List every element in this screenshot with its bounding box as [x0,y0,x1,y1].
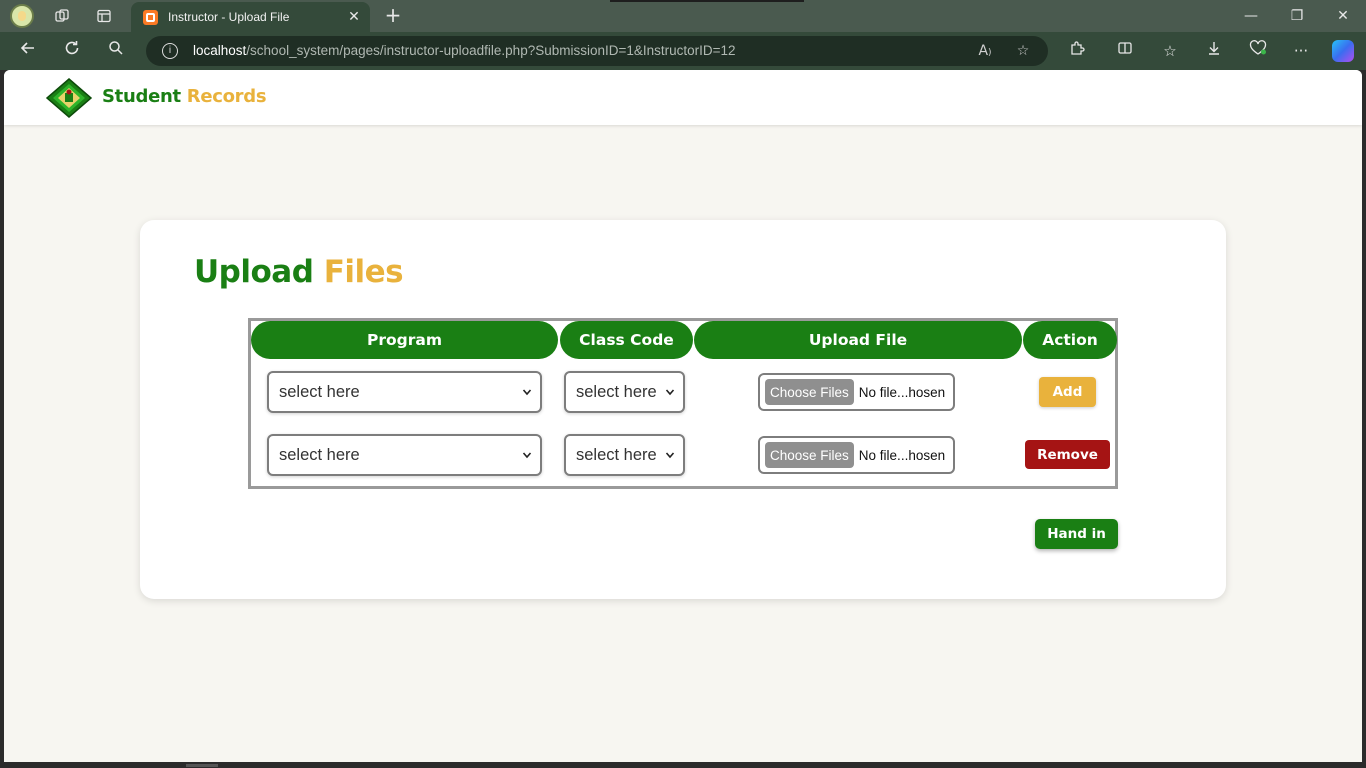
browser-toolbar: i localhost/school_system/pages/instruct… [0,32,1366,70]
class-code-select[interactable]: select here [564,371,685,413]
tab-actions-icon[interactable] [91,4,117,28]
active-tab[interactable]: Instructor - Upload File ✕ [131,2,370,32]
header-upload-file: Upload File [694,321,1022,359]
browser-essentials-icon[interactable] [1245,39,1271,63]
site-info-icon[interactable]: i [162,43,178,59]
extensions-icon[interactable] [1064,39,1090,63]
browser-tab-bar: Instructor - Upload File ✕ + — ❐ ✕ [0,0,1366,32]
file-status: No file...hosen [858,447,946,463]
hand-in-button[interactable]: Hand in [1035,519,1118,549]
address-bar[interactable]: i localhost/school_system/pages/instruct… [146,36,1048,66]
chevron-down-icon [522,389,532,396]
refresh-icon[interactable] [59,39,85,63]
page-viewport: Student Records Upload Files Program Cla… [4,70,1362,762]
copilot-icon[interactable] [1332,40,1354,62]
search-icon[interactable] [103,39,129,63]
restore-icon[interactable]: ❐ [1282,4,1312,28]
taskbar-edge [0,762,1366,768]
new-tab-icon[interactable]: + [382,4,404,28]
choose-files-button[interactable]: Choose Files [765,379,854,405]
choose-files-button[interactable]: Choose Files [765,442,854,468]
back-icon[interactable] [15,39,41,63]
brand-word-student: Student [102,86,181,107]
window-drag-strip [610,0,804,2]
xampp-favicon-icon [143,9,158,25]
add-row-button[interactable]: Add [1039,377,1096,407]
remove-row-button[interactable]: Remove [1025,440,1110,469]
file-input[interactable]: Choose Files No file...hosen [758,373,955,411]
header-class-code: Class Code [560,321,693,359]
favorites-icon[interactable]: ☆ [1157,39,1183,63]
workspaces-icon[interactable] [49,4,75,28]
site-brand[interactable]: Student Records [102,86,267,107]
brand-word-records: Records [186,86,267,107]
tab-title: Instructor - Upload File [168,10,290,24]
settings-more-icon[interactable]: ··· [1288,39,1314,63]
chevron-down-icon [522,452,532,459]
favorite-star-icon[interactable]: ☆ [1012,41,1034,61]
header-action: Action [1023,321,1117,359]
url-text[interactable]: localhost/school_system/pages/instructor… [193,43,736,58]
upload-card: Upload Files Program Class Code Upload F… [140,220,1226,599]
minimize-icon[interactable]: — [1236,4,1266,28]
downloads-icon[interactable] [1201,39,1227,63]
split-screen-icon[interactable] [1112,39,1138,63]
program-select[interactable]: select here [267,434,542,476]
school-logo-icon[interactable] [45,78,93,118]
read-aloud-icon[interactable]: A) [974,41,996,61]
page-title: Upload Files [194,254,404,290]
close-window-icon[interactable]: ✕ [1328,4,1358,28]
chevron-down-icon [665,452,675,459]
class-code-select[interactable]: select here [564,434,685,476]
file-input[interactable]: Choose Files No file...hosen [758,436,955,474]
close-tab-icon[interactable]: ✕ [344,9,364,25]
upload-table: Program Class Code Upload File Action se… [248,318,1118,489]
program-select[interactable]: select here [267,371,542,413]
chevron-down-icon [665,389,675,396]
file-status: No file...hosen [858,384,946,400]
site-header: Student Records [4,70,1362,125]
header-program: Program [251,321,558,359]
profile-avatar[interactable] [10,4,34,28]
